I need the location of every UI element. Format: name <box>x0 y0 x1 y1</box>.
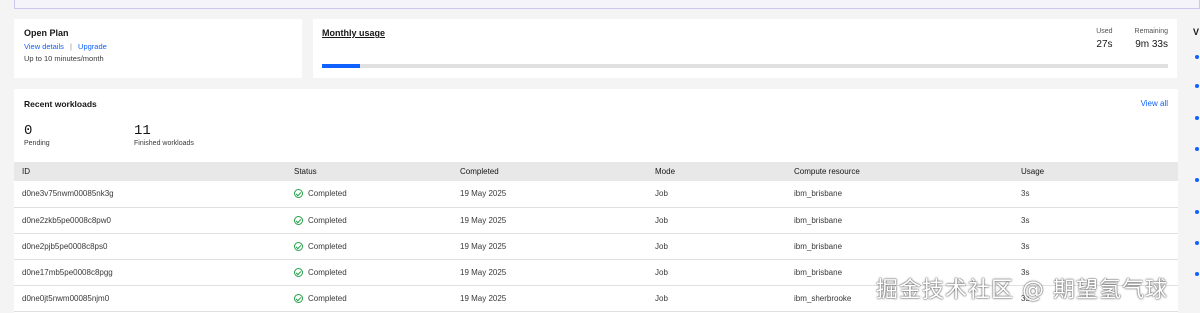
completed-date: 19 May 2025 <box>460 189 507 199</box>
workload-id[interactable]: d0ne3v75nwm00085nk3g <box>14 181 286 207</box>
workload-id[interactable]: d0ne2zkb5pe0008c8pw0 <box>14 207 286 233</box>
remaining-stat: Remaining 9m 33s <box>1135 28 1168 50</box>
usage-card: Monthly usage Used 27s Remaining 9m 33s <box>313 19 1177 78</box>
plan-title: Open Plan <box>24 28 69 38</box>
checkmark-circle-icon <box>294 267 303 277</box>
usage-progress-fill <box>322 64 361 68</box>
view-all-link[interactable]: View all <box>1141 99 1168 108</box>
view-details-link[interactable]: View details <box>24 42 64 51</box>
table-row[interactable]: d0ne2zkb5pe0008c8pw0 Completed 19 May 20… <box>14 207 1178 233</box>
notification-banner <box>14 0 1200 9</box>
checkmark-circle-icon <box>294 293 303 303</box>
checkmark-circle-icon <box>294 241 303 251</box>
plan-card: Open Plan View details | Upgrade Up to 1… <box>14 19 302 78</box>
status-text: Completed <box>308 241 347 251</box>
completed-date: 19 May 2025 <box>460 267 507 277</box>
bullet-icon <box>1195 147 1199 151</box>
usage-stats: Used 27s Remaining 9m 33s <box>1096 28 1168 50</box>
column-header-id[interactable]: ID <box>14 162 286 181</box>
usage-progress-bar <box>322 64 1168 68</box>
workload-counts: 0 Pending 11 Finished workloads <box>24 123 244 147</box>
plan-links: View details | Upgrade <box>24 42 292 51</box>
plan-limit: Up to 10 minutes/month <box>24 54 104 63</box>
completed-date: 19 May 2025 <box>460 241 507 251</box>
mode: Job <box>655 241 668 251</box>
column-header-compute-resource[interactable]: Compute resource <box>786 162 1013 181</box>
pending-count-value: 0 <box>24 123 33 139</box>
completed-date: 19 May 2025 <box>460 293 507 303</box>
workload-id[interactable]: d0ne17mb5pe0008c8pgg <box>14 259 286 285</box>
checkmark-circle-icon <box>294 215 303 225</box>
mode: Job <box>655 293 668 303</box>
mode: Job <box>655 189 668 199</box>
checkmark-circle-icon <box>294 189 303 199</box>
column-header-usage[interactable]: Usage <box>1013 162 1178 181</box>
usage-title[interactable]: Monthly usage <box>322 28 1168 38</box>
status-text: Completed <box>308 293 347 303</box>
bullet-icon <box>1195 241 1199 245</box>
status-text: Completed <box>308 267 347 277</box>
status-text: Completed <box>308 189 347 199</box>
compute-resource: ibm_brisbane <box>794 215 843 225</box>
remaining-value: 9m 33s <box>1135 39 1168 50</box>
remaining-label: Remaining <box>1134 28 1168 35</box>
usage: 3s <box>1021 215 1030 225</box>
column-header-status[interactable]: Status <box>286 162 452 181</box>
right-panel-heading: V <box>1193 27 1200 37</box>
status-text: Completed <box>308 215 347 225</box>
bullet-icon <box>1195 272 1199 276</box>
link-separator: | <box>69 42 72 51</box>
compute-resource: ibm_brisbane <box>794 241 843 251</box>
right-side-panel: V <box>1193 0 1200 313</box>
bullet-icon <box>1195 116 1199 120</box>
table-header-row: ID Status Completed Mode Compute resourc… <box>14 162 1178 181</box>
pending-count: 0 Pending <box>24 123 134 147</box>
table-row[interactable]: d0ne2pjb5pe0008c8ps0 Completed 19 May 20… <box>14 233 1178 259</box>
workload-id[interactable]: d0ne2pjb5pe0008c8ps0 <box>14 233 286 259</box>
compute-resource: ibm_brisbane <box>794 189 843 199</box>
watermark-text: 掘金技术社区 @ 期望氢气球 <box>876 278 1168 303</box>
column-header-mode[interactable]: Mode <box>647 162 786 181</box>
mode: Job <box>655 267 668 277</box>
finished-count: 11 Finished workloads <box>134 123 244 147</box>
usage: 3s <box>1021 241 1030 251</box>
recent-workloads-title: Recent workloads <box>24 99 97 109</box>
finished-count-value: 11 <box>134 123 151 139</box>
bullet-icon <box>1195 84 1199 88</box>
bullet-icon <box>1195 55 1199 59</box>
usage: 3s <box>1021 189 1030 199</box>
table-row[interactable]: d0ne3v75nwm00085nk3g Completed 19 May 20… <box>14 181 1178 207</box>
bullet-icon <box>1195 210 1199 214</box>
pending-count-label: Pending <box>24 140 50 147</box>
used-stat: Used 27s <box>1096 28 1112 50</box>
bullet-icon <box>1195 178 1199 182</box>
used-value: 27s <box>1096 39 1113 50</box>
upgrade-link[interactable]: Upgrade <box>78 42 107 51</box>
finished-count-label: Finished workloads <box>134 140 194 147</box>
used-label: Used <box>1096 28 1113 35</box>
column-header-completed[interactable]: Completed <box>452 162 647 181</box>
workload-id[interactable]: d0ne0jt5nwm00085njm0 <box>14 285 286 311</box>
completed-date: 19 May 2025 <box>460 215 507 225</box>
mode: Job <box>655 215 668 225</box>
